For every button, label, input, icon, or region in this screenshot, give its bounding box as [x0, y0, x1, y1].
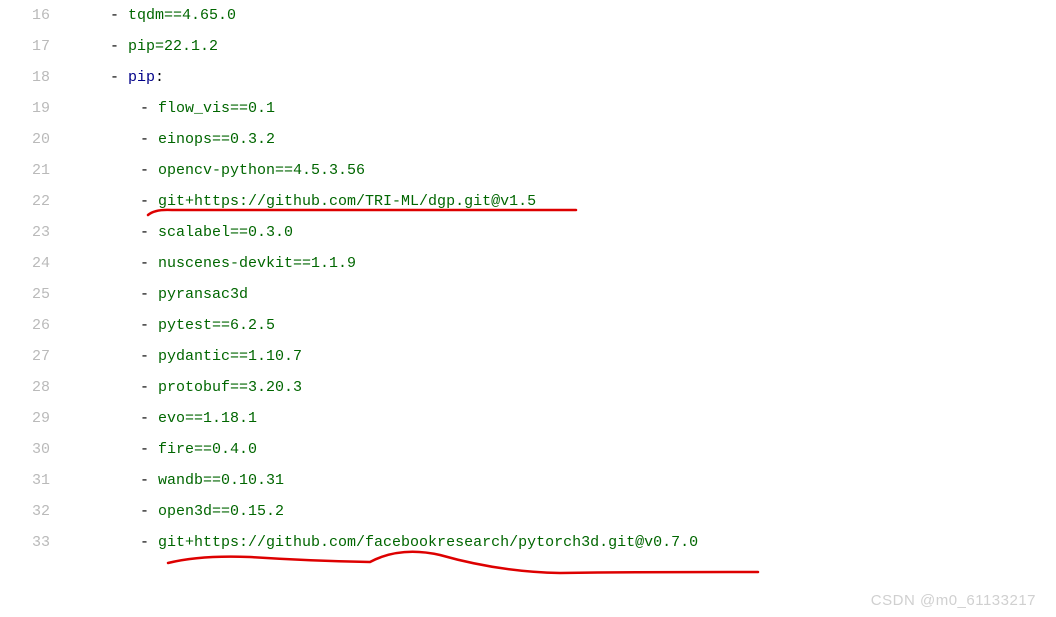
- line-number: 22: [0, 186, 50, 217]
- list-dash: -: [140, 503, 158, 520]
- list-dash: -: [140, 286, 158, 303]
- list-dash: -: [140, 100, 158, 117]
- code-line[interactable]: - tqdm==4.65.0: [80, 0, 1056, 31]
- code-line[interactable]: - pyransac3d: [80, 279, 1056, 310]
- list-dash: -: [140, 472, 158, 489]
- code-line[interactable]: - wandb==0.10.31: [80, 465, 1056, 496]
- list-dash: -: [140, 441, 158, 458]
- code-line[interactable]: - pip=22.1.2: [80, 31, 1056, 62]
- code-line[interactable]: - nuscenes-devkit==1.1.9: [80, 248, 1056, 279]
- line-number-gutter: 161718192021222324252627282930313233: [0, 0, 80, 558]
- code-token: einops==0.3.2: [158, 131, 275, 148]
- list-dash: -: [110, 69, 128, 86]
- code-token: git+https://github.com/facebookresearch/…: [158, 534, 698, 551]
- line-number: 18: [0, 62, 50, 93]
- code-token: scalabel==0.3.0: [158, 224, 293, 241]
- list-dash: -: [140, 379, 158, 396]
- code-token: nuscenes-devkit==1.1.9: [158, 255, 356, 272]
- code-token: pytest==6.2.5: [158, 317, 275, 334]
- line-number: 17: [0, 31, 50, 62]
- line-number: 32: [0, 496, 50, 527]
- list-dash: -: [140, 162, 158, 179]
- line-number: 31: [0, 465, 50, 496]
- list-dash: -: [140, 255, 158, 272]
- code-line[interactable]: - scalabel==0.3.0: [80, 217, 1056, 248]
- line-number: 30: [0, 434, 50, 465]
- list-dash: -: [140, 348, 158, 365]
- code-token: protobuf==3.20.3: [158, 379, 302, 396]
- code-token: pip=22.1.2: [128, 38, 218, 55]
- line-number: 24: [0, 248, 50, 279]
- code-token: flow_vis==0.1: [158, 100, 275, 117]
- list-dash: -: [140, 193, 158, 210]
- code-line[interactable]: - fire==0.4.0: [80, 434, 1056, 465]
- line-number: 28: [0, 372, 50, 403]
- colon: :: [155, 69, 164, 86]
- line-number: 20: [0, 124, 50, 155]
- list-dash: -: [110, 7, 128, 24]
- code-line[interactable]: - pip:: [80, 62, 1056, 93]
- code-token: fire==0.4.0: [158, 441, 257, 458]
- code-token: pyransac3d: [158, 286, 248, 303]
- list-dash: -: [140, 317, 158, 334]
- list-dash: -: [140, 224, 158, 241]
- code-token: pip: [128, 69, 155, 86]
- line-number: 23: [0, 217, 50, 248]
- list-dash: -: [110, 38, 128, 55]
- code-token: wandb==0.10.31: [158, 472, 284, 489]
- code-token: evo==1.18.1: [158, 410, 257, 427]
- code-block: 161718192021222324252627282930313233 - t…: [0, 0, 1056, 558]
- list-dash: -: [140, 131, 158, 148]
- code-line[interactable]: - einops==0.3.2: [80, 124, 1056, 155]
- line-number: 26: [0, 310, 50, 341]
- watermark-text: CSDN @m0_61133217: [871, 592, 1036, 609]
- code-content[interactable]: - tqdm==4.65.0- pip=22.1.2- pip:- flow_v…: [80, 0, 1056, 558]
- code-line[interactable]: - evo==1.18.1: [80, 403, 1056, 434]
- code-line[interactable]: - pytest==6.2.5: [80, 310, 1056, 341]
- code-line[interactable]: - flow_vis==0.1: [80, 93, 1056, 124]
- code-line[interactable]: - open3d==0.15.2: [80, 496, 1056, 527]
- line-number: 16: [0, 0, 50, 31]
- code-line[interactable]: - pydantic==1.10.7: [80, 341, 1056, 372]
- line-number: 29: [0, 403, 50, 434]
- line-number: 21: [0, 155, 50, 186]
- line-number: 19: [0, 93, 50, 124]
- code-line[interactable]: - opencv-python==4.5.3.56: [80, 155, 1056, 186]
- line-number: 33: [0, 527, 50, 558]
- list-dash: -: [140, 410, 158, 427]
- code-token: git+https://github.com/TRI-ML/dgp.git@v1…: [158, 193, 536, 210]
- line-number: 25: [0, 279, 50, 310]
- code-token: tqdm==4.65.0: [128, 7, 236, 24]
- code-token: pydantic==1.10.7: [158, 348, 302, 365]
- code-token: opencv-python==4.5.3.56: [158, 162, 365, 179]
- line-number: 27: [0, 341, 50, 372]
- code-line[interactable]: - git+https://github.com/facebookresearc…: [80, 527, 1056, 558]
- list-dash: -: [140, 534, 158, 551]
- code-line[interactable]: - protobuf==3.20.3: [80, 372, 1056, 403]
- code-line[interactable]: - git+https://github.com/TRI-ML/dgp.git@…: [80, 186, 1056, 217]
- code-token: open3d==0.15.2: [158, 503, 284, 520]
